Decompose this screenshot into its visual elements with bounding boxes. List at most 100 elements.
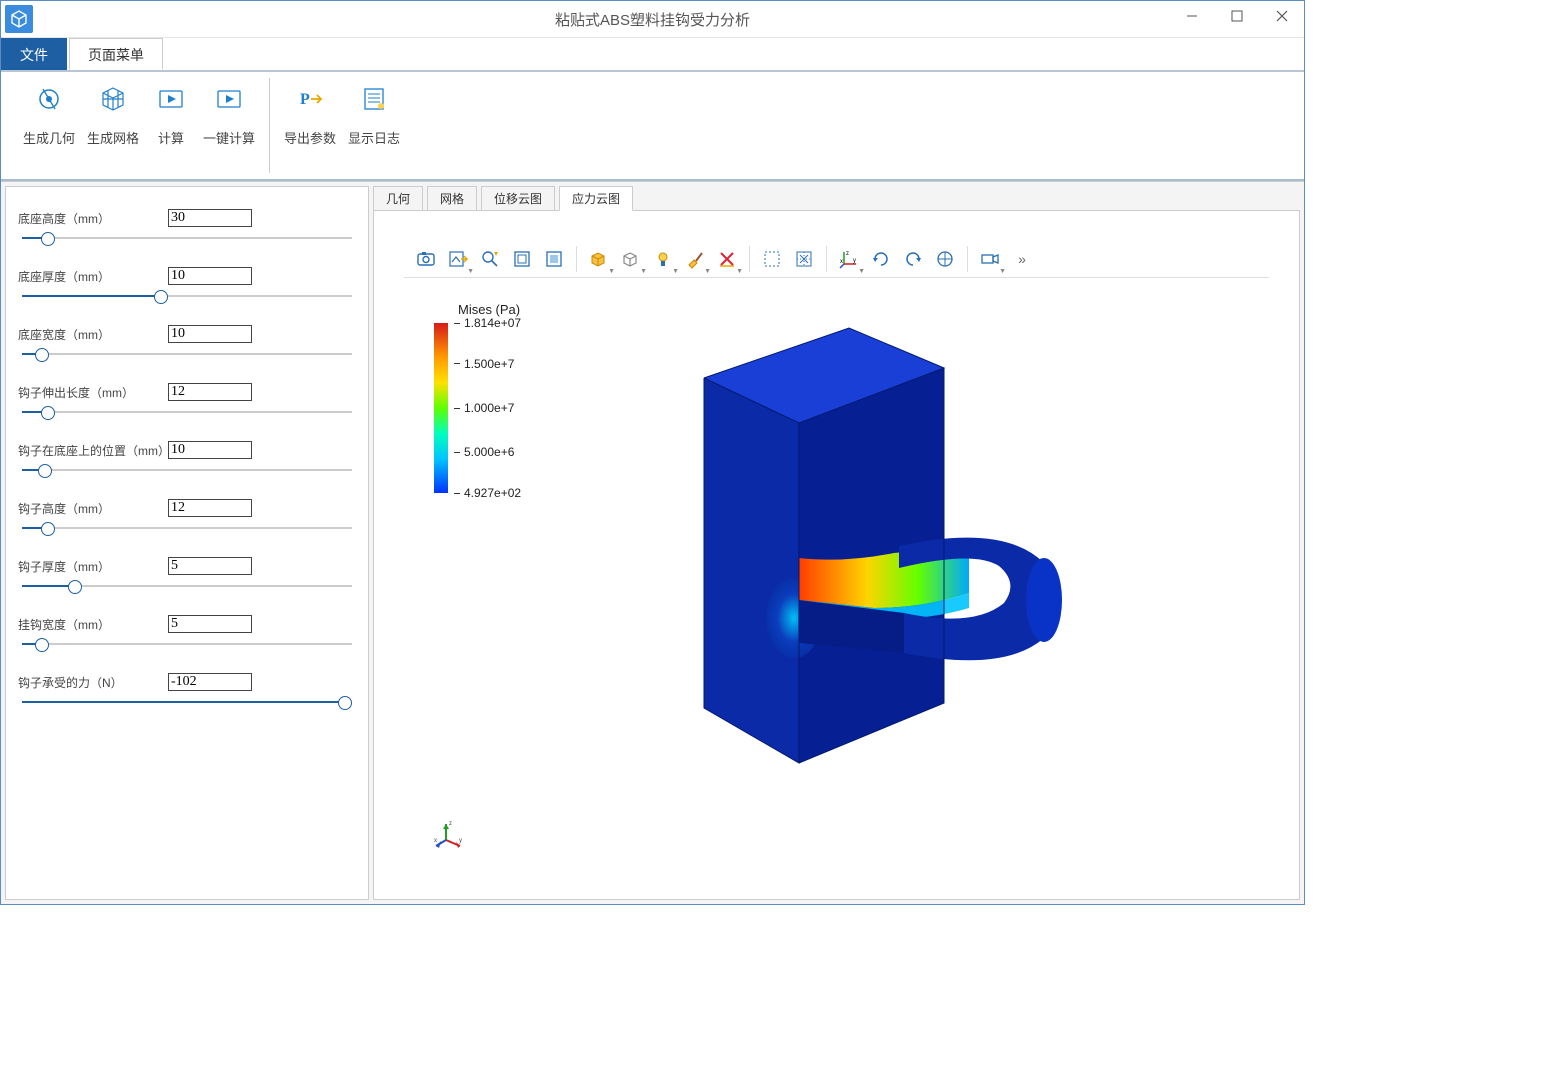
param-slider[interactable] <box>22 347 352 361</box>
svg-text:P: P <box>300 91 310 108</box>
param-input[interactable] <box>168 267 252 285</box>
param-slider[interactable] <box>22 579 352 593</box>
param-row: 底座高度（mm） <box>18 209 356 245</box>
export-image-icon[interactable]: ▼ <box>444 245 472 273</box>
svg-text:x: x <box>840 259 843 265</box>
btn-export-params[interactable]: P 导出参数 <box>278 78 342 149</box>
param-input[interactable] <box>168 557 252 575</box>
legend-tick: 1.000e+7 <box>454 401 514 415</box>
param-label: 底座宽度（mm） <box>18 326 168 343</box>
window-title: 粘贴式ABS塑料挂钩受力分析 <box>1 9 1304 30</box>
param-slider[interactable] <box>22 521 352 535</box>
zoom-icon[interactable] <box>476 245 504 273</box>
ribbon: 生成几何 生成网格 计算 一键计算 <box>1 72 1304 181</box>
param-input[interactable] <box>168 383 252 401</box>
param-label: 钩子高度（mm） <box>18 500 168 517</box>
axes-icon[interactable]: zyx▼ <box>835 245 863 273</box>
legend-tick: 1.500e+7 <box>454 357 514 371</box>
close-button[interactable] <box>1259 1 1304 31</box>
toolbar-separator <box>967 246 968 272</box>
param-label: 底座厚度（mm） <box>18 268 168 285</box>
toolbar-separator <box>749 246 750 272</box>
screenshot-icon[interactable] <box>412 245 440 273</box>
param-row: 底座厚度（mm） <box>18 267 356 303</box>
model-render <box>574 308 1094 808</box>
param-label: 底座高度（mm） <box>18 210 168 227</box>
select-all-icon[interactable] <box>790 245 818 273</box>
app-window: 粘贴式ABS塑料挂钩受力分析 文件 页面菜单 生成几何 <box>0 0 1305 905</box>
geometry-icon <box>34 84 64 114</box>
clear-icon[interactable]: ▼ <box>713 245 741 273</box>
svg-text:y: y <box>853 258 856 264</box>
svg-text:x: x <box>434 838 437 844</box>
maximize-button[interactable] <box>1214 1 1259 31</box>
param-slider[interactable] <box>22 695 352 709</box>
params-panel: 底座高度（mm） 底座厚度（mm） 底座宽度（mm） 钩子伸出长度（mm） 钩子在底座上… <box>5 186 369 900</box>
param-slider[interactable] <box>22 637 352 651</box>
rotate-ccw-icon[interactable] <box>899 245 927 273</box>
param-row: 钩子伸出长度（mm） <box>18 383 356 419</box>
param-input[interactable] <box>168 209 252 227</box>
zoom-box-icon[interactable] <box>540 245 568 273</box>
param-row: 底座宽度（mm） <box>18 325 356 361</box>
param-input[interactable] <box>168 499 252 517</box>
param-slider[interactable] <box>22 289 352 303</box>
select-box-icon[interactable] <box>758 245 786 273</box>
one-click-icon <box>214 84 244 114</box>
view-icon[interactable] <box>931 245 959 273</box>
log-icon <box>359 84 389 114</box>
param-slider[interactable] <box>22 463 352 477</box>
param-input[interactable] <box>168 615 252 633</box>
viewport: ▼▼▼▼▼▼zyx▼▼» Mises (Pa) 1.814e+071.500e+… <box>373 211 1300 900</box>
brush-icon[interactable]: ▼ <box>681 245 709 273</box>
param-row: 钩子承受的力（N） <box>18 673 356 709</box>
param-input[interactable] <box>168 325 252 343</box>
mesh-icon <box>98 84 128 114</box>
param-slider[interactable] <box>22 231 352 245</box>
titlebar: 粘贴式ABS塑料挂钩受力分析 <box>1 1 1304 38</box>
color-legend: Mises (Pa) 1.814e+071.500e+71.000e+75.00… <box>434 302 520 493</box>
tab-displacement[interactable]: 位移云图 <box>481 186 555 210</box>
param-label: 钩子厚度（mm） <box>18 558 168 575</box>
view-tabs: 几何 网格 位移云图 应力云图 <box>373 186 1300 211</box>
canvas[interactable]: Mises (Pa) 1.814e+071.500e+71.000e+75.00… <box>404 278 1269 870</box>
tab-page-menu[interactable]: 页面菜单 <box>69 38 163 70</box>
btn-gen-mesh[interactable]: 生成网格 <box>81 78 145 149</box>
btn-show-log[interactable]: 显示日志 <box>342 78 406 149</box>
param-label: 挂钩宽度（mm） <box>18 616 168 633</box>
param-row: 钩子厚度（mm） <box>18 557 356 593</box>
param-label: 钩子伸出长度（mm） <box>18 384 168 401</box>
param-row: 挂钩宽度（mm） <box>18 615 356 651</box>
tab-mesh[interactable]: 网格 <box>427 186 477 210</box>
more-icon[interactable]: » <box>1008 245 1036 273</box>
svg-text:z: z <box>846 251 849 257</box>
toolbar-separator <box>826 246 827 272</box>
legend-color-bar <box>434 323 448 493</box>
btn-gen-geometry[interactable]: 生成几何 <box>17 78 81 149</box>
light-icon[interactable]: ▼ <box>649 245 677 273</box>
axis-triad-icon: z y x <box>434 820 464 850</box>
rotate-cw-icon[interactable] <box>867 245 895 273</box>
btn-one-click-compute[interactable]: 一键计算 <box>197 78 261 149</box>
legend-tick: 1.814e+07 <box>454 316 521 330</box>
param-slider[interactable] <box>22 405 352 419</box>
wireframe-icon[interactable]: ▼ <box>617 245 645 273</box>
svg-text:y: y <box>459 838 462 844</box>
toolbar-separator <box>576 246 577 272</box>
zoom-extents-icon[interactable] <box>508 245 536 273</box>
minimize-button[interactable] <box>1169 1 1214 31</box>
param-input[interactable] <box>168 673 252 691</box>
transparency-icon[interactable]: ▼ <box>585 245 613 273</box>
legend-tick: 5.000e+6 <box>454 445 514 459</box>
param-label: 钩子承受的力（N） <box>18 674 168 691</box>
menu-tabbar: 文件 页面菜单 <box>1 38 1304 72</box>
btn-compute[interactable]: 计算 <box>145 78 197 149</box>
param-row: 钩子在底座上的位置（mm） <box>18 441 356 477</box>
tab-stress[interactable]: 应力云图 <box>559 186 633 211</box>
camera-icon[interactable]: ▼ <box>976 245 1004 273</box>
svg-text:z: z <box>449 821 452 827</box>
graphics-toolbar: ▼▼▼▼▼▼zyx▼▼» <box>404 241 1269 278</box>
tab-file[interactable]: 文件 <box>1 38 67 70</box>
param-input[interactable] <box>168 441 252 459</box>
tab-geometry[interactable]: 几何 <box>373 186 423 210</box>
